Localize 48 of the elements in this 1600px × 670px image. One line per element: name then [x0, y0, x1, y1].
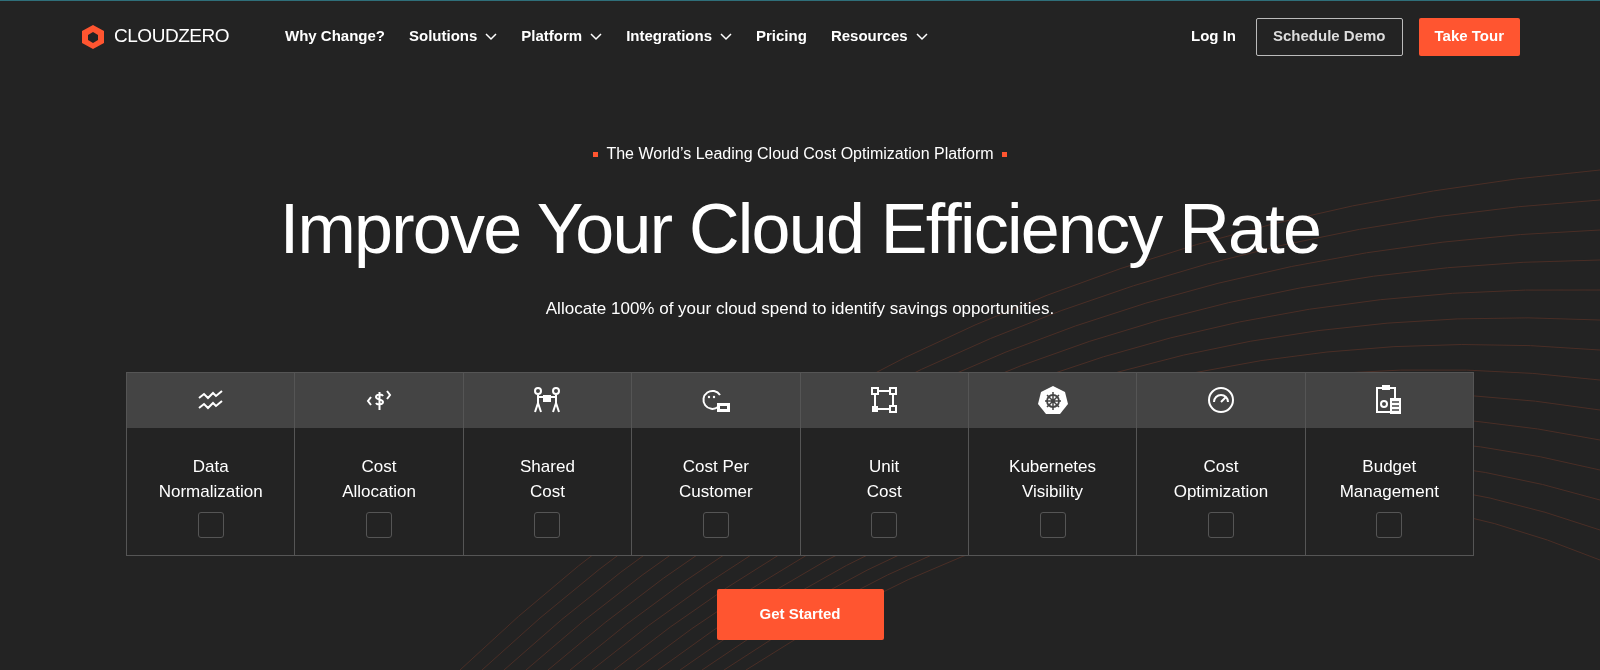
feature-checkbox[interactable] [534, 511, 561, 538]
eyebrow-square-icon [1001, 151, 1007, 157]
feature-checkbox[interactable] [1376, 511, 1403, 538]
clipboard-calculator-icon [1375, 384, 1404, 416]
feature-card[interactable]: Budget Management [1305, 372, 1474, 556]
nav-link[interactable]: Why Change? [285, 25, 385, 48]
feature-card[interactable]: Unit Cost [800, 372, 969, 556]
eyebrow-square-icon [593, 151, 599, 157]
chevron-down-icon [485, 32, 498, 41]
brand-name: CLOUDZERO [114, 24, 229, 49]
feature-label: Unit Cost [866, 455, 902, 503]
gauge-icon [1206, 386, 1235, 414]
feature-label: Data Normalization [158, 455, 263, 503]
feature-card[interactable]: Cost Optimization [1137, 372, 1306, 556]
feature-card[interactable]: Cost Per Customer [632, 372, 801, 556]
feature-checkbox[interactable] [702, 511, 729, 538]
feature-checkbox[interactable] [1207, 511, 1234, 538]
feature-card[interactable]: Cost Allocation [295, 372, 464, 556]
feature-label: Shared Cost [520, 455, 575, 503]
feature-card[interactable]: Data Normalization [127, 372, 296, 556]
feature-checkbox[interactable] [871, 511, 898, 538]
feature-checkbox[interactable] [197, 511, 224, 538]
schedule-demo-button[interactable]: Schedule Demo [1256, 17, 1403, 56]
feature-label: Budget Management [1339, 455, 1439, 503]
feature-checkbox[interactable] [1039, 511, 1066, 538]
connected-squares-icon [870, 386, 899, 414]
hero-subtitle: Allocate 100% of your cloud spend to identify savings opportunities. [545, 298, 1055, 320]
feature-label: Cost Optimization [1173, 455, 1269, 503]
feature-label: Cost Allocation [342, 455, 416, 503]
nav-link[interactable]: Pricing [756, 25, 807, 48]
logo-icon [80, 23, 106, 50]
nav-link[interactable]: Resources [830, 25, 928, 48]
feature-card[interactable]: Shared Cost [463, 372, 633, 556]
zigzag-lines-icon [196, 388, 225, 412]
feature-checkbox[interactable] [366, 511, 393, 538]
nav-link[interactable]: Solutions [409, 25, 498, 48]
nav-link[interactable]: Integrations [626, 25, 732, 48]
people-carrying-box-icon [532, 386, 563, 414]
feature-label: Kubernetes Visibility [1009, 455, 1097, 503]
feature-label: Cost Per Customer [678, 455, 753, 503]
chevron-down-icon [590, 32, 603, 41]
feature-card[interactable]: Kubernetes Visibility [968, 372, 1138, 556]
ship-wheel-icon [1037, 385, 1068, 415]
chevron-down-icon [720, 32, 732, 41]
chevron-down-icon [915, 32, 928, 41]
eyebrow-text: The World’s Leading Cloud Cost Optimization Platform [606, 144, 994, 164]
login-link[interactable]: Log In [1191, 25, 1236, 48]
nav-link[interactable]: Platform [521, 25, 603, 48]
